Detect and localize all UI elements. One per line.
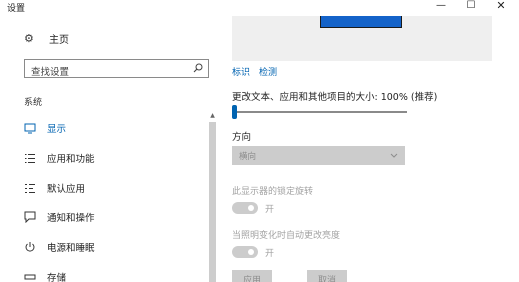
auto-brightness-toggle[interactable] [232,246,258,258]
detect-link[interactable]: 检测 [259,65,277,78]
sidebar: ⚙ 主页 系统 显示 应用和功能 默认应用 通知和操作 [0,16,218,282]
display-settings-panel: 标识 检测 更改文本、应用和其他项目的大小: 100% (推荐) 方向 横向 此… [218,16,519,282]
window-title: 设置 [7,4,26,14]
storage-icon [24,271,36,282]
sidebar-item-label: 存储 [47,273,67,282]
sidebar-item-home[interactable]: ⚙ 主页 [24,30,69,46]
monitor-preview-icon[interactable] [320,16,402,28]
power-icon [24,241,36,253]
scroll-up-arrow-icon[interactable]: ▲ [208,111,217,120]
orientation-value: 横向 [239,152,257,162]
toggle-knob [248,205,254,211]
sidebar-item-label: 主页 [49,34,69,46]
scale-slider[interactable] [232,105,407,119]
rotation-lock-state: 开 [265,205,275,215]
sidebar-item-default-apps[interactable]: 默认应用 [24,180,85,196]
sidebar-item-label: 显示 [47,124,67,135]
sidebar-item-power[interactable]: 电源和睡眠 [24,239,95,255]
auto-brightness-label: 当照明变化时自动更改亮度 [232,231,341,241]
title-bar: 设置 — ☐ ✕ [0,0,519,16]
notification-icon [24,211,36,223]
sidebar-item-display[interactable]: 显示 [24,120,66,136]
apply-button[interactable]: 应用 [232,270,272,282]
display-links: 标识 检测 [232,65,277,78]
search-icon[interactable] [193,63,203,73]
toggle-knob [248,249,254,255]
minimize-button[interactable]: — [429,0,453,14]
sidebar-item-label: 电源和睡眠 [47,243,95,254]
orientation-dropdown[interactable]: 横向 [232,146,405,165]
sidebar-item-apps[interactable]: 应用和功能 [24,150,95,166]
maximize-button[interactable]: ☐ [459,0,483,14]
search-input[interactable] [25,64,185,81]
auto-brightness-state: 开 [265,249,275,259]
display-arrangement-preview [232,16,492,61]
section-label: 系统 [24,98,43,108]
sidebar-item-notifications[interactable]: 通知和操作 [24,209,95,225]
sidebar-item-label: 应用和功能 [47,154,95,165]
orientation-label: 方向 [232,132,252,143]
chevron-down-icon [390,153,398,158]
sidebar-scrollbar[interactable]: ▲ [208,111,217,282]
rotation-lock-label: 此显示器的锁定旋转 [232,187,314,197]
search-box [24,59,209,81]
rotation-lock-toggle[interactable] [232,202,258,214]
gear-icon: ⚙ [24,31,34,45]
default-apps-icon [24,182,36,194]
slider-track [232,111,407,113]
close-button[interactable]: ✕ [489,0,513,14]
identify-link[interactable]: 标识 [232,65,250,78]
cancel-button[interactable]: 取消 [307,270,347,282]
slider-thumb[interactable] [232,105,237,119]
monitor-icon [24,122,36,134]
scrollbar-thumb[interactable] [209,122,216,282]
sidebar-item-label: 默认应用 [47,184,86,195]
sidebar-item-storage[interactable]: 存储 [24,269,66,282]
sidebar-item-label: 通知和操作 [47,213,95,224]
scale-label: 更改文本、应用和其他项目的大小: 100% (推荐) [232,92,438,103]
apps-list-icon [24,152,36,164]
